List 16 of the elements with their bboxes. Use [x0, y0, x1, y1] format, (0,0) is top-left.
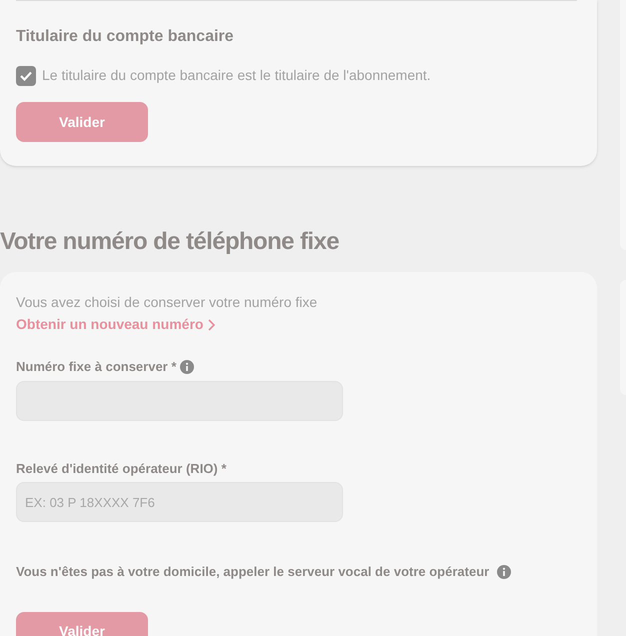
validate-button[interactable]: Valider [16, 102, 148, 142]
checkbox[interactable] [16, 66, 36, 86]
validate-button[interactable]: Valider [16, 612, 148, 636]
info-icon[interactable] [180, 360, 194, 374]
checkbox-label: Le titulaire du compte bancaire est le titulaire de l'abonnement. [42, 66, 431, 85]
section-heading: Votre numéro de téléphone fixe [0, 227, 340, 257]
info-text: Vous avez choisi de conserver votre numéro fixe [16, 293, 318, 312]
info-icon[interactable] [497, 564, 512, 579]
chevron-right-icon [207, 318, 216, 330]
checkmark-icon [20, 70, 32, 80]
field-label: Numéro fixe à conserver * [16, 358, 176, 376]
section-title: Titulaire du compte bancaire [16, 27, 235, 47]
hint-text: Vous n'êtes pas à votre domicile, appeler le serveur vocal de votre opérateur [16, 563, 490, 581]
new-number-link[interactable]: Obtenir un nouveau numéro [16, 314, 216, 335]
field-label: Relevé d'identité opérateur (RIO) * [16, 460, 226, 478]
input-field[interactable]: EX: 03 P 18XXXX 7F6 [16, 482, 343, 522]
